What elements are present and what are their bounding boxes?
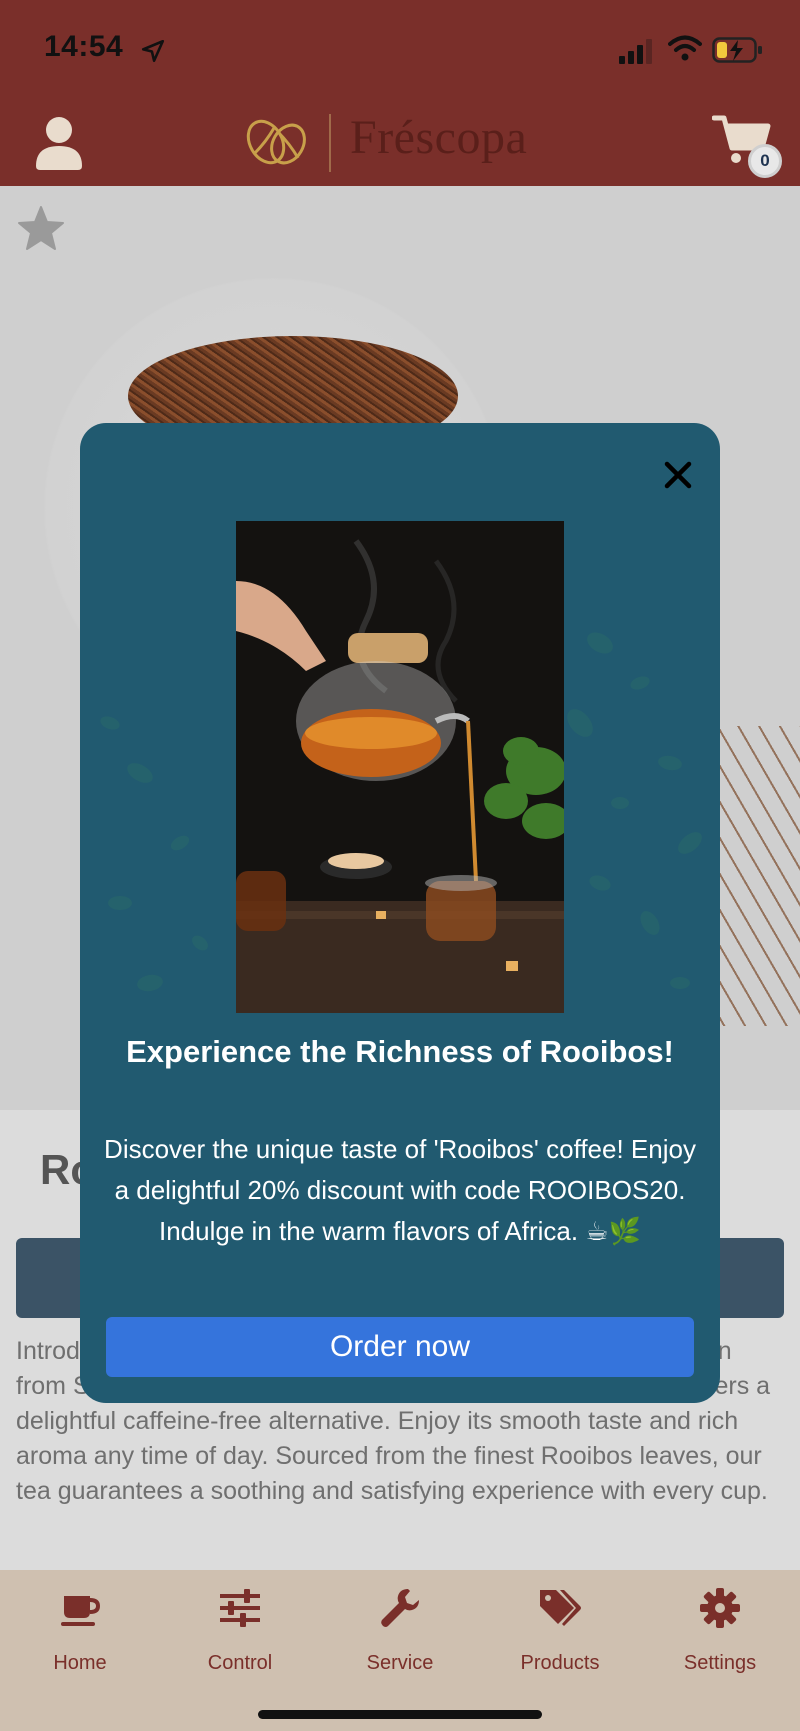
tab-service[interactable]: Service: [330, 1586, 470, 1686]
promo-modal: Experience the Richness of Rooibos! Disc…: [80, 423, 720, 1403]
location-arrow-icon: [141, 39, 165, 63]
coffee-cup-icon: [61, 1596, 101, 1626]
tab-products-label: Products: [520, 1652, 600, 1674]
modal-message: Discover the unique taste of 'Rooibos' c…: [104, 1134, 696, 1246]
status-bar: 14:54: [0, 0, 800, 100]
tab-control[interactable]: Control: [170, 1586, 310, 1686]
home-indicator[interactable]: [258, 1710, 542, 1719]
wrench-icon: [381, 1589, 419, 1627]
tab-settings[interactable]: Settings: [650, 1586, 790, 1686]
sliders-icon: [220, 1589, 260, 1627]
bottom-tab-bar: Home Control Service Products Settings: [0, 1570, 800, 1731]
tab-home[interactable]: Home: [10, 1586, 150, 1686]
favorite-star-icon[interactable]: [16, 204, 66, 254]
app-header: Fréscopa 0: [0, 100, 800, 186]
tea-pouring-photo: [236, 521, 564, 1013]
tags-icon: [540, 1590, 581, 1626]
cellular-signal-icon: [619, 39, 652, 64]
brand-logo-text: Fréscopa: [350, 111, 528, 164]
logo-divider: [329, 114, 331, 172]
modal-title: Experience the Richness of Rooibos!: [126, 1034, 674, 1069]
close-modal-icon[interactable]: [656, 453, 700, 497]
wifi-icon: [668, 35, 702, 61]
tab-products[interactable]: Products: [490, 1586, 630, 1686]
cart-count-badge: 0: [748, 144, 782, 178]
coffee-beans-logo-icon: [246, 119, 306, 165]
user-account-icon[interactable]: [34, 114, 84, 170]
gear-icon: [700, 1588, 740, 1628]
tab-control-label: Control: [207, 1652, 273, 1674]
battery-charging-icon: [712, 37, 762, 63]
tab-settings-label: Settings: [683, 1652, 757, 1674]
status-time: 14:54: [44, 30, 124, 63]
scattered-leaves-image: [714, 726, 800, 1026]
order-now-button[interactable]: Order now: [106, 1317, 694, 1377]
tab-home-label: Home: [53, 1652, 107, 1674]
tab-service-label: Service: [366, 1652, 434, 1674]
